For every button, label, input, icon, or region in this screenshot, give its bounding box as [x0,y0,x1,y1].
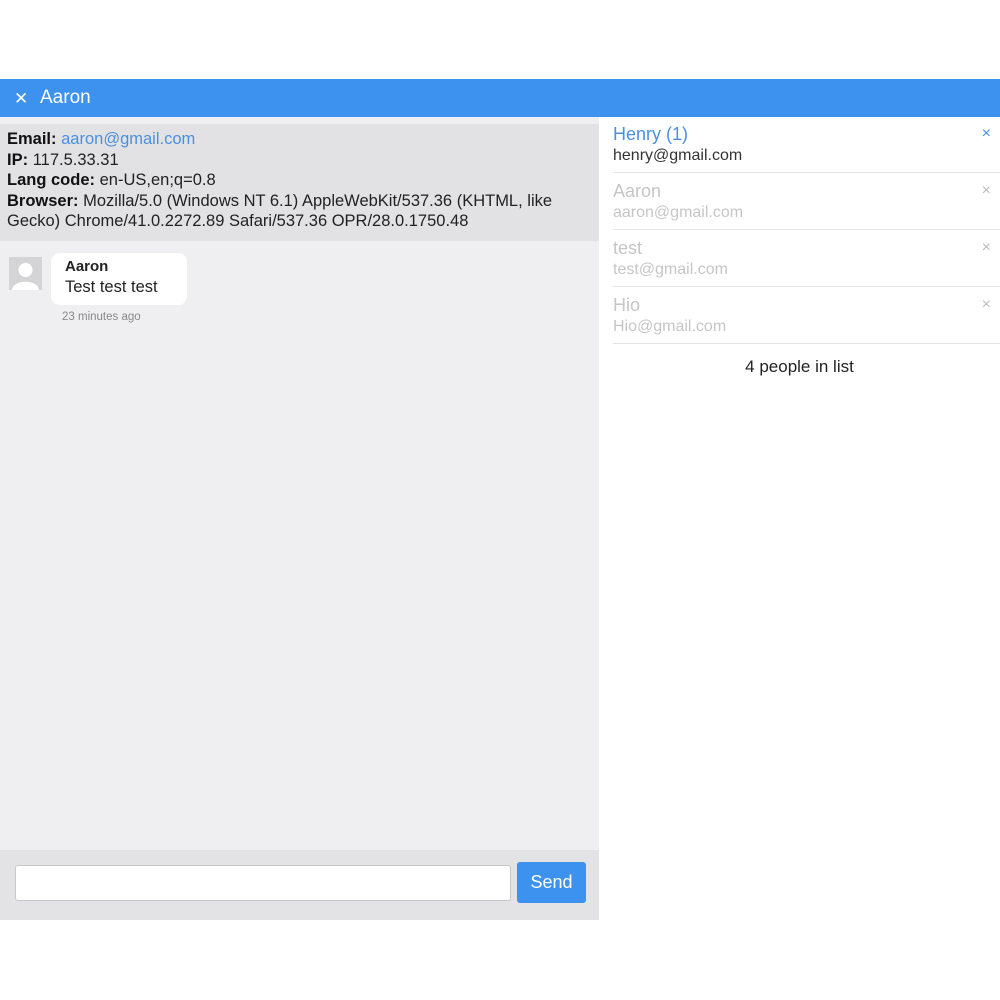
person-email: henry@gmail.com [613,147,743,164]
ip-row: IP: 117.5.33.31 [7,150,591,171]
user-avatar-icon [9,257,42,290]
remove-icon[interactable]: × [982,240,991,256]
title-bar: ✕ Aaron [0,79,1000,117]
person-email: test@gmail.com [613,261,728,278]
email-row: Email: aaron@gmail.com [7,129,591,150]
message-timestamp: 23 minutes ago [62,311,141,323]
lang-value: en-US,en;q=0.8 [99,171,216,190]
people-count: 4 people in list [745,357,854,376]
person-item-henry[interactable]: Henry (1) henry@gmail.com × [613,117,1000,173]
remove-icon[interactable]: × [982,183,991,199]
ip-label: IP: [7,150,29,169]
composer: Send [0,850,599,920]
chat-pane: Email: aaron@gmail.com IP: 117.5.33.31 L… [0,117,599,920]
message-text: Test test test [65,278,158,296]
person-email: Hio@gmail.com [613,318,727,335]
window-title: Aaron [40,87,91,108]
visitor-info-panel: Email: aaron@gmail.com IP: 117.5.33.31 L… [0,124,599,241]
person-name: Henry (1) [613,124,689,144]
person-item-aaron[interactable]: Aaron aaron@gmail.com × [613,174,1000,230]
lang-row: Lang code: en-US,en;q=0.8 [7,170,591,191]
remove-icon[interactable]: × [982,297,991,313]
lang-label: Lang code: [7,171,96,190]
person-name: Hio [613,295,641,315]
browser-row: Browser: Mozilla/5.0 (Windows NT 6.1) Ap… [7,191,591,232]
person-name: test [613,238,643,258]
ip-value: 117.5.33.31 [32,150,119,169]
send-button[interactable]: Send [517,862,586,903]
message-author: Aaron [65,258,109,275]
person-email: aaron@gmail.com [613,204,744,221]
browser-value: Mozilla/5.0 (Windows NT 6.1) AppleWebKit… [7,191,553,231]
email-label: Email: [7,130,57,148]
person-item-test[interactable]: test test@gmail.com × [613,231,1000,287]
people-list-panel: Henry (1) henry@gmail.com × Aaron aaron@… [599,117,1000,920]
message-bubble: Aaron Test test test [51,253,187,305]
person-name: Aaron [613,181,662,201]
person-item-hio[interactable]: Hio Hio@gmail.com × [613,288,1000,344]
browser-label: Browser: [7,191,79,210]
close-icon[interactable]: ✕ [14,90,28,107]
message-input[interactable] [15,865,511,901]
email-link[interactable]: aaron@gmail.com [61,130,195,148]
remove-icon[interactable]: × [982,126,991,142]
chat-window: ✕ Aaron Email: aaron@gmail.com IP: 117.5… [0,79,1000,920]
